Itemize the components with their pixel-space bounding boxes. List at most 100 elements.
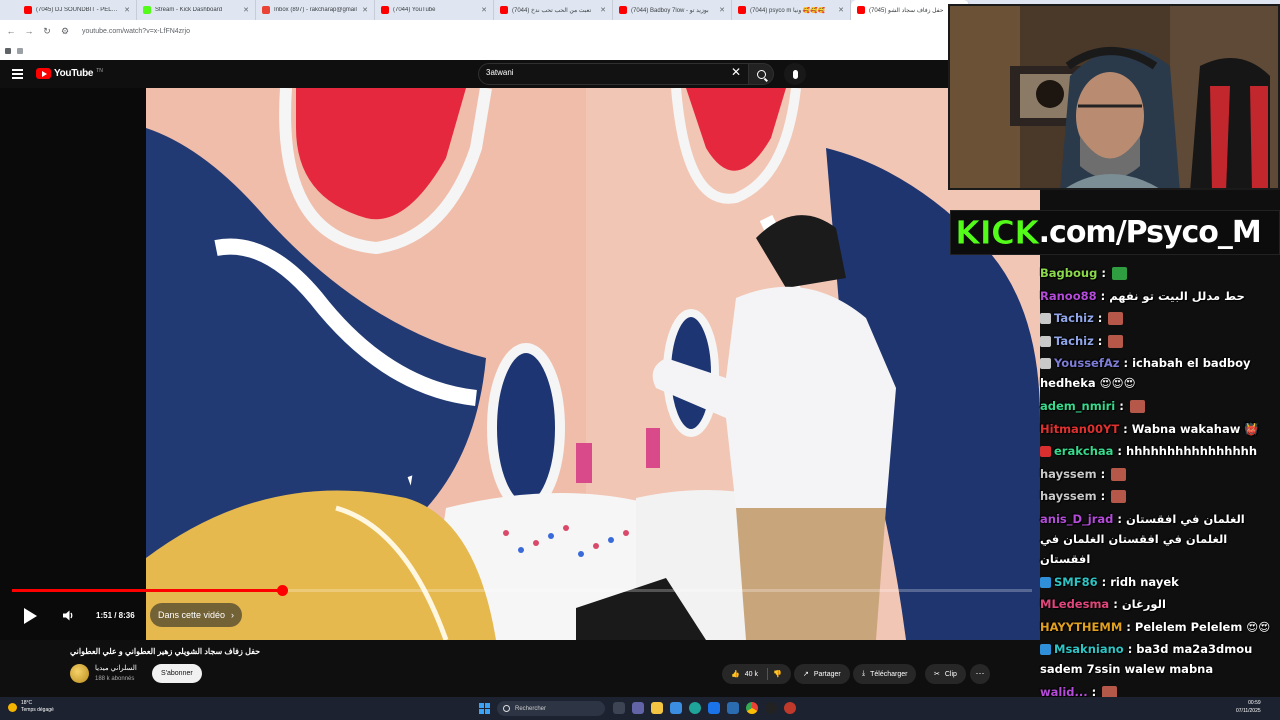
bookmark-icon[interactable] [5, 48, 11, 54]
clip-label: Clip [944, 670, 957, 678]
reload-icon[interactable]: ↻ [42, 26, 52, 37]
chat-text: hhhhhhhhhhhhhhhh [1126, 444, 1258, 458]
chat-username[interactable]: Tachiz [1054, 311, 1094, 325]
tab-title: Stream - Kick Dashboard [155, 7, 223, 13]
chat-message: Hitman00YT : Wabna wakahaw 👹 [1036, 418, 1280, 441]
chevron-right-icon: › [231, 610, 235, 620]
weather-widget[interactable]: 18°C Temps dégagé [8, 700, 54, 714]
share-button[interactable]: ↗ Partager [794, 664, 850, 684]
more-actions-icon[interactable]: ⋯ [970, 664, 990, 684]
like-button[interactable]: 👍 40 k 👎 [722, 664, 791, 684]
browser-tab[interactable]: Stream - Kick Dashboard ✕ [137, 0, 256, 20]
close-tab-icon[interactable]: ✕ [481, 6, 487, 14]
chat-text: Pelelem Pelelem 😍😍 [1134, 619, 1271, 634]
chat-username[interactable]: hayssem [1040, 467, 1097, 481]
chat-badge-icon [1040, 644, 1051, 655]
clock-date: 07/11/2025 [1236, 708, 1261, 714]
mail-icon[interactable] [708, 702, 720, 714]
photos-icon[interactable] [727, 702, 739, 714]
search-input[interactable] [478, 63, 750, 85]
tab-title: (7044) YouTube [393, 7, 436, 13]
search-button[interactable] [748, 63, 774, 85]
channel-name[interactable]: السلراني ميديا [95, 664, 137, 672]
tab-favicon-icon [381, 6, 389, 14]
clip-button[interactable]: ✂ Clip [925, 664, 966, 684]
kick-logo: KICK [955, 213, 1041, 253]
windows-start-icon[interactable] [479, 703, 490, 714]
chat-username[interactable]: adem_nmiri [1040, 399, 1115, 413]
browser-tab[interactable]: (7044) psyco m ونيا 🥰🥰🥰 ✕ [732, 0, 851, 20]
chat-username[interactable]: Bagboug [1040, 266, 1097, 280]
browser-tab[interactable]: Inbox (897) - rakcharap@gmail ✕ [256, 0, 375, 20]
chat-separator: : [1123, 642, 1137, 656]
edge-icon[interactable] [689, 702, 701, 714]
download-button[interactable]: ⤓ Télécharger [853, 664, 917, 684]
chat-username[interactable]: MLedesma [1040, 597, 1109, 611]
channel-avatar[interactable] [70, 664, 89, 683]
subscribe-button[interactable]: S'abonner [152, 664, 202, 683]
browser-tab[interactable]: (7044) Badboy 7low - بوزيد تو ✕ [613, 0, 732, 20]
chat-badge-icon [1040, 313, 1051, 324]
clear-search-icon[interactable]: ✕ [731, 65, 741, 79]
url-field[interactable]: youtube.com/watch?v=x-LfFN4zrjo [82, 28, 190, 35]
chapters-button[interactable]: Dans cette vidéo › [150, 603, 243, 627]
weather-temp: 18°C [21, 700, 33, 706]
menu-icon[interactable] [12, 69, 23, 79]
tab-favicon-icon [24, 6, 32, 14]
download-icon: ⤓ [862, 670, 866, 677]
chrome-icon[interactable] [746, 702, 758, 714]
browser-tab[interactable]: (7044) تعبت من الحب تحب ندخ ✕ [494, 0, 613, 20]
system-clock[interactable]: 00:59 07/11/2025 [1236, 699, 1261, 715]
close-tab-icon[interactable]: ✕ [243, 6, 249, 14]
teams-icon[interactable] [632, 702, 644, 714]
chat-separator: : [1097, 266, 1110, 280]
voice-search-button[interactable] [784, 63, 806, 85]
browser-tab[interactable]: (7044) YouTube ✕ [375, 0, 494, 20]
youtube-logo-text: YouTube [54, 68, 94, 79]
progress-scrubber[interactable] [276, 585, 288, 596]
streamer-webcam [948, 4, 1280, 190]
close-tab-icon[interactable]: ✕ [124, 6, 130, 14]
youtube-logo[interactable]: YouTube TN [36, 68, 103, 79]
task-view-icon[interactable] [613, 702, 625, 714]
chat-separator: : [1119, 421, 1132, 436]
like-dislike-group: 👍 40 k 👎 [722, 664, 791, 684]
chat-username[interactable]: Ranoo88 [1040, 289, 1097, 303]
youtube-play-icon [36, 68, 51, 79]
chat-username[interactable]: Tachiz [1054, 334, 1094, 348]
chat-username[interactable]: anis_D_jrad [1040, 512, 1113, 526]
close-tab-icon[interactable]: ✕ [600, 6, 606, 14]
thumbs-down-icon[interactable]: 👎 [773, 670, 782, 678]
browser-tab[interactable]: (7045) DJ SOUNDBIT - PELELEM ✕ [18, 0, 137, 20]
obs-icon[interactable] [765, 702, 777, 714]
tab-title: (7044) تعبت من الحب تحب ندخ [512, 7, 592, 14]
forward-icon[interactable]: → [24, 26, 34, 36]
back-icon[interactable]: ← [6, 26, 16, 36]
close-tab-icon[interactable]: ✕ [719, 6, 725, 14]
play-icon[interactable] [24, 608, 37, 624]
volume-icon[interactable] [62, 609, 75, 622]
file-explorer-icon[interactable] [651, 702, 663, 714]
like-count: 40 k [744, 670, 758, 678]
chat-username[interactable]: Msakniano [1054, 642, 1124, 656]
chat-username[interactable]: SMF86 [1054, 575, 1098, 589]
site-info-icon[interactable]: ⚙ [60, 26, 70, 37]
chat-separator: : [1115, 399, 1128, 413]
chat-username[interactable]: erakchaa [1054, 444, 1113, 458]
tab-title: Inbox (897) - rakcharap@gmail [274, 7, 357, 13]
chat-separator: : [1122, 619, 1135, 634]
close-tab-icon[interactable]: ✕ [838, 6, 844, 14]
chat-username[interactable]: HAYYTHEMM [1040, 620, 1122, 634]
app-icon[interactable] [784, 702, 796, 714]
chat-username[interactable]: YoussefAz [1054, 356, 1119, 370]
chat-separator: : [1109, 597, 1122, 611]
chat-username[interactable]: Hitman00YT [1040, 422, 1119, 436]
video-frame[interactable] [146, 88, 1040, 640]
chat-username[interactable]: hayssem [1040, 489, 1097, 503]
store-icon[interactable] [670, 702, 682, 714]
taskbar-search[interactable]: Rechercher [497, 701, 605, 716]
close-tab-icon[interactable]: ✕ [362, 6, 368, 14]
apps-icon[interactable] [17, 48, 23, 54]
video-scene [146, 88, 1040, 640]
tab-favicon-icon [857, 6, 865, 14]
